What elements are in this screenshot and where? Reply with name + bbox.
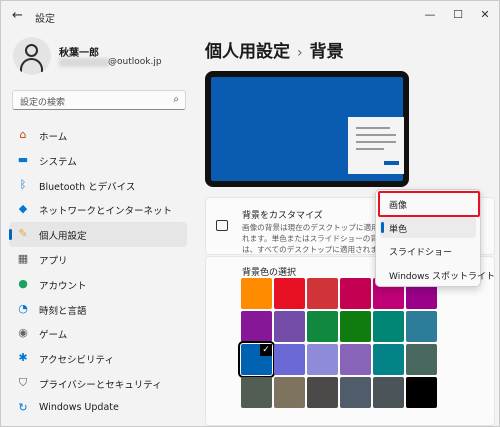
color-swatch[interactable] (274, 344, 305, 375)
accessibility-icon: ✱ (18, 351, 28, 365)
sidebar-item[interactable]: ↻ Windows Update (9, 396, 187, 421)
sidebar-item-label: Bluetooth とデバイス (39, 181, 136, 193)
apps-icon: ▦ (17, 251, 29, 265)
account-icon: ● (18, 276, 28, 290)
sidebar-item-label: アプリ (39, 255, 68, 267)
sidebar-item[interactable]: ⛉ プライバシーとセキュリティ (9, 371, 187, 396)
sidebar-item-label: ゲーム (39, 330, 68, 342)
color-swatch[interactable] (340, 278, 371, 309)
sidebar-item-label: ホーム (39, 132, 68, 143)
settings-window: ← 設定 — ☐ ✕ 秋葉一郎 @outlook.jp 設定の検索 ⌕ ⌂ ホーム… (0, 0, 500, 427)
color-swatch[interactable] (241, 311, 272, 342)
color-swatch[interactable] (241, 278, 272, 309)
sidebar-item[interactable]: ⌂ ホーム (9, 123, 187, 148)
breadcrumb-parent[interactable]: 個人用設定 (205, 42, 290, 62)
sidebar-item-label: アクセシビリティ (39, 355, 114, 367)
window-title: 設定 (35, 14, 55, 25)
update-icon: ↻ (18, 400, 28, 414)
desktop-preview (205, 71, 409, 187)
sidebar-item[interactable]: ◉ ゲーム (9, 321, 187, 346)
breadcrumb: 個人用設定 › 背景 (205, 37, 344, 62)
dropdown-option[interactable]: 単色 (380, 216, 476, 238)
page-title: 背景 (309, 42, 344, 62)
color-swatch[interactable] (406, 377, 437, 408)
bluetooth-icon: ᛒ (19, 177, 27, 191)
color-swatch[interactable] (274, 311, 305, 342)
preview-screen (211, 77, 404, 181)
search-input[interactable]: 設定の検索 ⌕ (12, 90, 186, 110)
color-swatch[interactable] (373, 377, 404, 408)
sidebar-item[interactable]: ᛒ Bluetooth とデバイス (9, 173, 187, 198)
color-swatch[interactable] (274, 377, 305, 408)
sidebar-nav: ⌂ ホーム ▬ システム ᛒ Bluetooth とデバイス ◆ ネットワークとインターネット… (9, 123, 187, 421)
profile-name: 秋葉一郎 (59, 48, 99, 59)
highlight-frame (378, 191, 480, 217)
color-swatch[interactable] (406, 344, 437, 375)
color-swatch[interactable] (241, 377, 272, 408)
wifi-icon: ◆ (18, 202, 28, 216)
color-swatch[interactable]: ✓ (238, 341, 275, 378)
sidebar-item[interactable]: ▬ システム (9, 148, 187, 173)
sidebar-item-label: アカウント (39, 280, 87, 292)
dropdown-option-label: Windows スポットライト (389, 271, 496, 282)
preview-window (348, 117, 404, 174)
color-swatch[interactable] (307, 377, 338, 408)
customize-title: 背景をカスタマイズ (242, 211, 323, 221)
color-swatch[interactable] (274, 278, 305, 309)
profile-email: @outlook.jp (108, 57, 162, 67)
color-swatch[interactable] (340, 344, 371, 375)
sidebar-item-label: 個人用設定 (39, 231, 87, 243)
colors-title: 背景色の選択 (242, 268, 297, 278)
sidebar-item-label: ネットワークとインターネット (39, 206, 173, 218)
back-arrow-icon[interactable]: ← (12, 9, 26, 23)
sidebar-item-label: Windows Update (39, 401, 119, 413)
color-swatch[interactable] (373, 311, 404, 342)
dropdown-option[interactable]: Windows スポットライト (380, 264, 495, 285)
dropdown-option-label: 単色 (389, 224, 408, 235)
sidebar-item-label: プライバシーとセキュリティ (39, 379, 162, 391)
color-swatch[interactable] (373, 344, 404, 375)
avatar (13, 37, 51, 75)
search-placeholder: 設定の検索 (20, 98, 66, 108)
breadcrumb-separator: › (297, 45, 303, 61)
system-icon: ▬ (17, 152, 29, 166)
sidebar-item[interactable]: ▦ アプリ (9, 247, 187, 272)
globe-clock-icon: ◔ (18, 301, 28, 315)
sidebar-item[interactable]: ✱ アクセシビリティ (9, 346, 187, 371)
color-swatch[interactable] (307, 311, 338, 342)
color-swatch[interactable] (406, 311, 437, 342)
sidebar-item[interactable]: ✎ 個人用設定 (9, 222, 187, 247)
sidebar-item[interactable]: ● アカウント (9, 272, 187, 297)
user-profile[interactable]: 秋葉一郎 @outlook.jp (13, 37, 193, 81)
email-redaction (59, 58, 109, 67)
sidebar-item-label: 時刻と言語 (39, 305, 87, 317)
color-swatch[interactable] (340, 311, 371, 342)
sidebar-item-label: システム (39, 156, 77, 168)
sidebar-item[interactable]: ◔ 時刻と言語 (9, 297, 187, 322)
check-icon: ✓ (260, 344, 272, 356)
gamepad-icon: ◉ (18, 326, 28, 340)
home-icon: ⌂ (19, 128, 27, 141)
sidebar-item[interactable]: ◆ ネットワークとインターネット (9, 197, 187, 222)
dropdown-option[interactable]: スライドショー (380, 240, 476, 261)
color-swatch[interactable] (307, 278, 338, 309)
image-icon (216, 220, 228, 231)
color-swatch[interactable] (340, 377, 371, 408)
brush-icon: ✎ (18, 227, 28, 241)
color-swatch[interactable] (307, 344, 338, 375)
shield-icon: ⛉ (18, 375, 28, 389)
dropdown-option-label: スライドショー (389, 248, 453, 258)
search-icon: ⌕ (173, 94, 179, 105)
